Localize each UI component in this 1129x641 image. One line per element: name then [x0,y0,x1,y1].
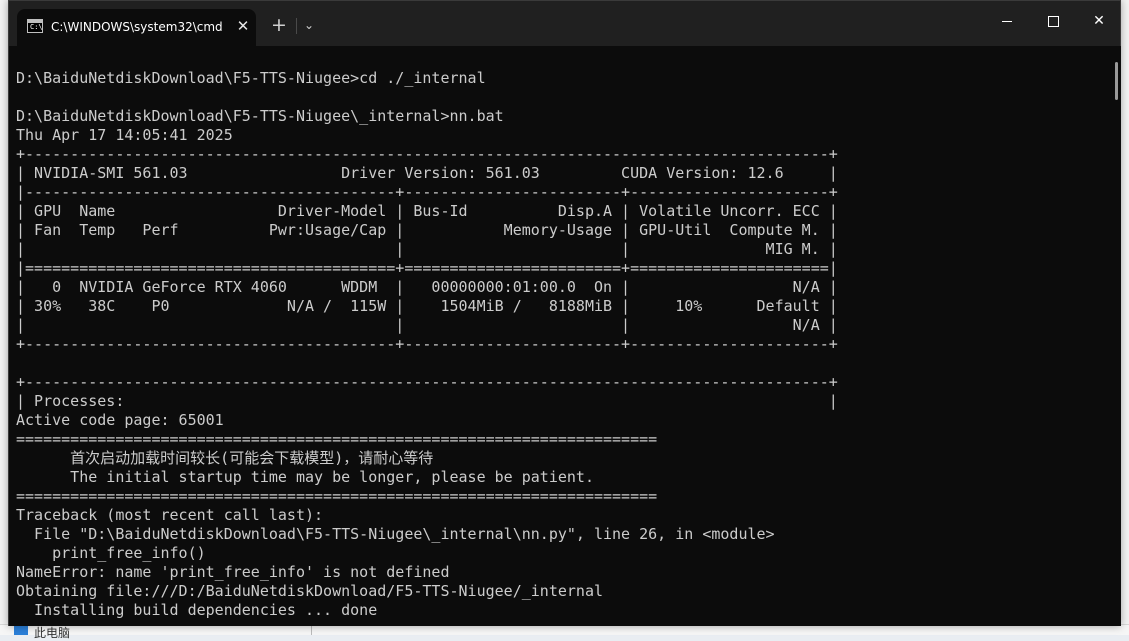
console-line: +---------------------------------------… [16,335,838,353]
tab-title: C:\WINDOWS\system32\cmd.e [51,20,223,34]
console-line: | GPU Name Driver-Model | Bus-Id Disp.A … [16,202,838,220]
console-line: | Processes: | [16,392,838,410]
desktop-right-edge [1120,0,1129,635]
console-line: | Fan Temp Perf Pwr:Usage/Cap | Memory-U… [16,221,838,239]
chevron-down-icon[interactable]: ⌄ [299,13,319,37]
new-tab-button[interactable]: + [267,13,291,37]
scrollbar-thumb[interactable] [1115,62,1118,100]
console-line: | 0 NVIDIA GeForce RTX 4060 WDDM | 00000… [16,278,838,296]
console-line: Traceback (most recent call last): [16,506,324,524]
scrollbar[interactable] [1112,46,1121,626]
console-line: |=======================================… [16,259,838,277]
console-line: File "D:\BaiduNetdiskDownload\F5-TTS-Niu… [16,525,775,543]
console-line: Thu Apr 17 14:05:41 2025 [16,126,233,144]
console-line: NameError: name 'print_free_info' is not… [16,563,450,581]
console-line: ========================================… [16,487,658,505]
console-line: ========================================… [16,430,658,448]
title-bar[interactable]: C:\ C:\WINDOWS\system32\cmd.e ✕ + ⌄ ✕ [9,1,1120,46]
console-line: print_free_info() [16,544,206,562]
console-line: | | | N/A | [16,316,838,334]
console-line: +---------------------------------------… [16,145,838,163]
console-line: Installing build dependencies ... done [16,601,378,619]
close-button[interactable]: ✕ [1076,1,1122,41]
maximize-button[interactable] [1030,1,1076,41]
console-line: |---------------------------------------… [16,183,838,201]
console-line: +---------------------------------------… [16,373,838,391]
console-line: 首次启动加载时间较长(可能会下载模型)，请耐心等待 [16,449,434,467]
close-tab-icon[interactable]: ✕ [234,17,252,35]
console-line: Obtaining file:///D:/BaiduNetdiskDownloa… [16,582,603,600]
console-line: | 30% 38C P0 N/A / 115W | 1504MiB / 8188… [16,297,838,315]
cmd-icon: C:\ [27,19,43,33]
terminal-window: C:\ C:\WINDOWS\system32\cmd.e ✕ + ⌄ ✕ D:… [8,0,1121,626]
tab-separator [296,18,297,34]
console-line: Active code page: 65001 [16,411,224,429]
console-line: | | | MIG M. | [16,240,838,258]
divider [311,625,312,635]
console-output[interactable]: D:\BaiduNetdiskDownload\F5-TTS-Niugee>cd… [9,46,1112,626]
this-pc-icon [14,626,28,635]
console-line: | NVIDIA-SMI 561.03 Driver Version: 561.… [16,164,838,182]
minimize-button[interactable] [984,1,1030,41]
terminal-tab[interactable]: C:\ C:\WINDOWS\system32\cmd.e ✕ [17,9,256,46]
console-line: The initial startup time may be longer, … [16,468,594,486]
maximize-icon [1047,15,1059,27]
this-pc-label[interactable]: 此电脑 [34,624,70,641]
console-line: D:\BaiduNetdiskDownload\F5-TTS-Niugee>cd… [16,69,486,87]
console-line: D:\BaiduNetdiskDownload\F5-TTS-Niugee\_i… [16,107,504,125]
minimize-icon [1002,20,1012,22]
